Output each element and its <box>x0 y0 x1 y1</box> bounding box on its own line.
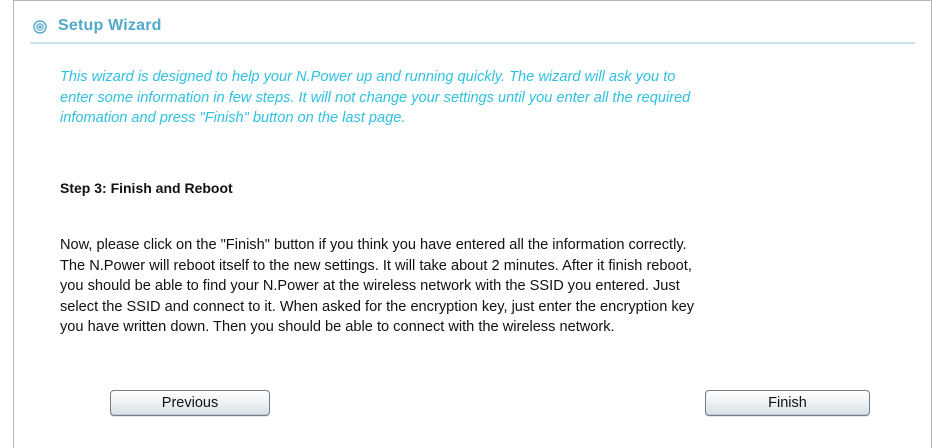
intro-line: This wizard is designed to help your N.P… <box>60 69 676 85</box>
previous-button[interactable]: Previous <box>110 390 270 416</box>
instruction-line: you should be able to find your N.Power … <box>60 278 680 294</box>
step-instructions: Now, please click on the "Finish" button… <box>60 235 930 338</box>
wizard-header: Setup Wizard <box>30 14 915 44</box>
instruction-line: The N.Power will reboot itself to the ne… <box>60 257 692 274</box>
wizard-intro-text: This wizard is designed to help your N.P… <box>60 67 930 129</box>
page-title: Setup Wizard <box>58 17 162 34</box>
step-title: Step 3: Finish and Reboot <box>60 180 233 196</box>
instruction-line: Now, please click on the "Finish" button… <box>60 237 687 253</box>
radio-target-icon <box>33 20 47 34</box>
finish-button[interactable]: Finish <box>705 390 870 416</box>
instruction-line: you have written down. Then you should b… <box>60 319 615 335</box>
intro-line: infomation and press "Finish" button on … <box>60 110 406 126</box>
instruction-line: select the SSID and connect to it. When … <box>60 298 695 315</box>
intro-line: enter some information in few steps. It … <box>60 89 691 106</box>
